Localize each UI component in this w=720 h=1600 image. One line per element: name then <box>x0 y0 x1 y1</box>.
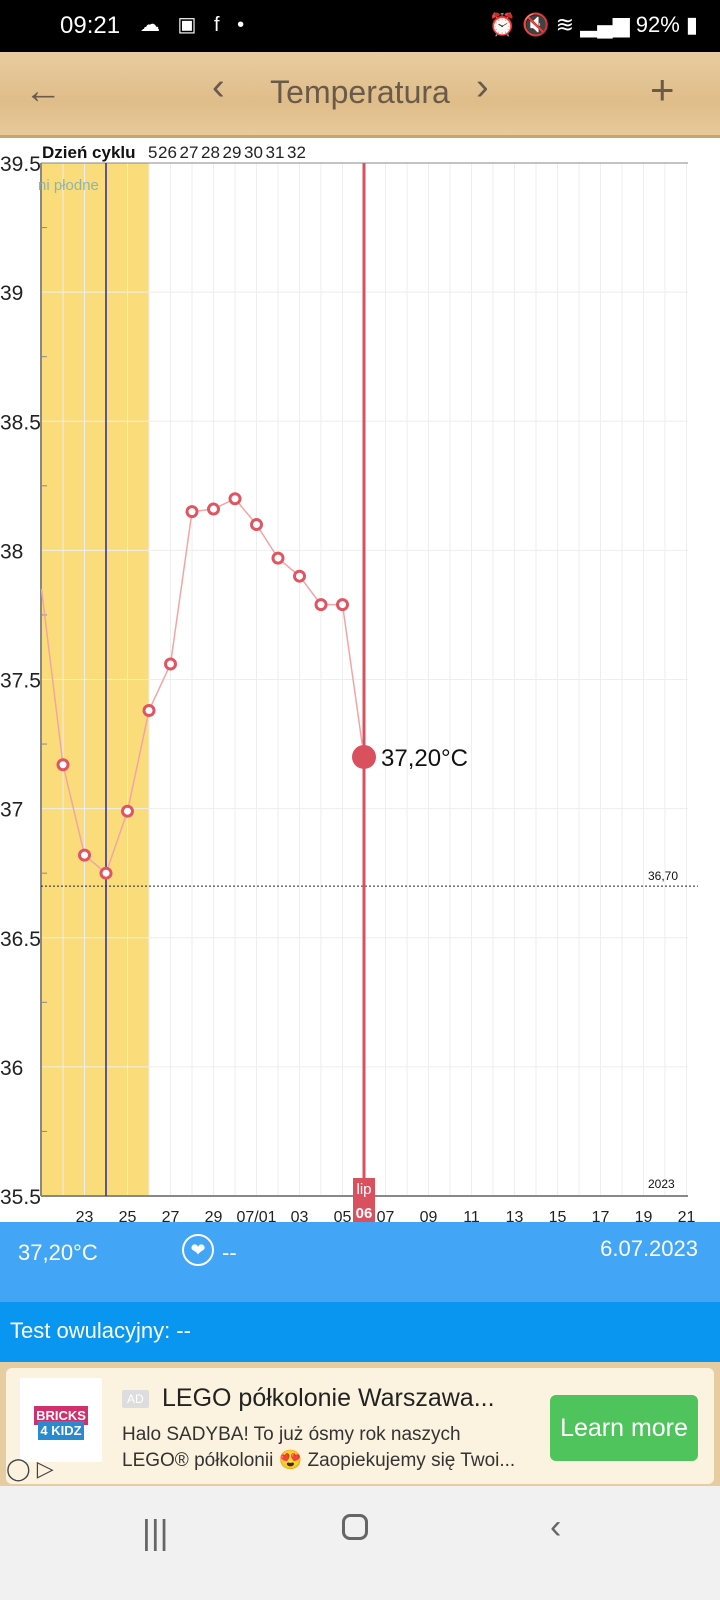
page-title: Temperatura <box>270 74 450 110</box>
temperature-point[interactable] <box>228 492 242 506</box>
y-tick-label: 39 <box>0 282 23 305</box>
x-tick-label: 07/01 <box>236 1209 276 1222</box>
home-icon[interactable] <box>342 1514 368 1540</box>
battery: ⏰ 🔇 ≋ ▂▄▆ 92% ▮ <box>488 12 698 37</box>
temperature-point[interactable] <box>121 804 134 818</box>
temperature-chart[interactable]: 39.5 39 38.5 38 37.5 37 36.5 36 35.5 Dzień cyklu 5… <box>0 138 720 1222</box>
x-tick-label: 09 <box>420 1209 438 1222</box>
x-tick-label: 29 <box>205 1209 223 1222</box>
selected-temperature-point[interactable] <box>352 744 376 769</box>
add-button[interactable]: + <box>650 66 675 114</box>
temperature-point[interactable] <box>56 758 70 772</box>
ad-logo[interactable]: BRICKS 4 KIDZ <box>20 1378 102 1462</box>
next-chart-button[interactable]: › <box>476 66 489 109</box>
back-icon[interactable]: ‹ <box>550 1508 561 1547</box>
selected-month: lip <box>356 1181 371 1198</box>
x-tick-label: 15 <box>549 1209 567 1222</box>
cycle-day-number: 28 <box>201 143 220 162</box>
x-tick-label: 07 <box>377 1209 395 1222</box>
y-tick-label: 37.5 <box>0 670 41 693</box>
ovulation-test-panel[interactable]: Test owulacyjny: -- <box>0 1302 720 1362</box>
temperature-point[interactable] <box>164 657 177 671</box>
cycle-day-number: 5 <box>148 143 157 162</box>
cycle-day-number: 32 <box>287 143 306 162</box>
date-value: 6.07.2023 <box>600 1236 698 1261</box>
x-tick-label: 19 <box>635 1209 653 1222</box>
temperature-point[interactable] <box>314 598 328 612</box>
ad-title[interactable]: LEGO półkolonie Warszawa... <box>162 1384 495 1413</box>
intercourse-value: -- <box>222 1240 237 1265</box>
temperature-point[interactable] <box>99 866 113 880</box>
temperature-point[interactable] <box>293 569 306 583</box>
ad-text-line1: Halo SADYBA! To już ósmy rok naszych <box>122 1424 461 1445</box>
cycle-day-number: 29 <box>223 143 242 162</box>
y-tick-label: 36 <box>0 1057 23 1080</box>
x-tick-label: 21 <box>678 1209 696 1222</box>
ad-text-line2: LEGO® półkolonii 😍 Zaopiekujemy się Twoi… <box>122 1450 516 1471</box>
selected-temperature-label: 37,20°C <box>381 745 468 772</box>
selected-day: 06 <box>356 1205 373 1222</box>
learn-more-button[interactable]: Learn more <box>550 1395 698 1461</box>
temperature-point[interactable] <box>185 505 199 519</box>
navigation-bar: ||| ‹ <box>0 1486 720 1600</box>
cycle-day-number: 30 <box>244 143 263 162</box>
ad-badge: AD <box>122 1390 149 1408</box>
cycle-day-number: 26 <box>158 143 177 162</box>
x-tick-label: 17 <box>592 1209 610 1222</box>
ad-choices-icon[interactable]: ◯ ▷ <box>6 1456 54 1482</box>
clock: 09:21 <box>60 12 121 39</box>
y-tick-label: 37 <box>0 799 23 822</box>
coverline-label: 36,70 <box>648 869 678 883</box>
x-tick-label: 03 <box>291 1209 309 1222</box>
cycle-day-number: 31 <box>266 143 285 162</box>
y-tick-label: 39.5 <box>0 153 41 176</box>
recent-apps-icon[interactable]: ||| <box>142 1514 169 1553</box>
temperature-point[interactable] <box>207 502 220 516</box>
ad-banner[interactable]: BRICKS 4 KIDZ ◯ ▷ AD LEGO półkolonie Wars… <box>0 1362 720 1486</box>
x-tick-label: 05 <box>334 1209 352 1222</box>
temperature-point[interactable] <box>142 703 156 717</box>
cycle-day-number: 27 <box>180 143 199 162</box>
x-tick-label: 27 <box>162 1209 180 1222</box>
cycle-day-label: Dzień cyklu <box>42 143 136 162</box>
status-bar: 09:21 ☁ ▣ f • ⏰ 🔇 ≋ ▂▄▆ 92% ▮ <box>0 0 720 52</box>
y-tick-label: 35.5 <box>0 1186 41 1209</box>
y-tick-label: 38 <box>0 540 23 563</box>
year-label: 2023 <box>648 1177 675 1191</box>
temperature-point[interactable] <box>250 518 263 532</box>
notification-icons: ☁ ▣ f • <box>140 14 251 36</box>
y-tick-label: 36.5 <box>0 928 41 951</box>
temperature-point[interactable] <box>271 551 285 565</box>
x-tick-label: 11 <box>463 1209 480 1222</box>
app-header: ← ‹ Temperatura › + <box>0 52 720 138</box>
x-tick-label: 13 <box>506 1209 524 1222</box>
ovulation-test-label: Test owulacyjny: -- <box>10 1318 191 1343</box>
fertile-label: ni płodne <box>38 177 99 194</box>
x-tick-label: 23 <box>76 1209 94 1222</box>
x-tick-label: 25 <box>119 1209 137 1222</box>
y-tick-label: 38.5 <box>0 411 41 434</box>
temperature-point[interactable] <box>78 848 91 862</box>
temperature-value: 37,20°C <box>18 1240 98 1265</box>
heart-icon: ❤ <box>182 1234 214 1266</box>
temperature-point[interactable] <box>336 598 349 612</box>
day-info-panel[interactable]: 37,20°C ❤ -- 6.07.2023 <box>0 1222 720 1302</box>
